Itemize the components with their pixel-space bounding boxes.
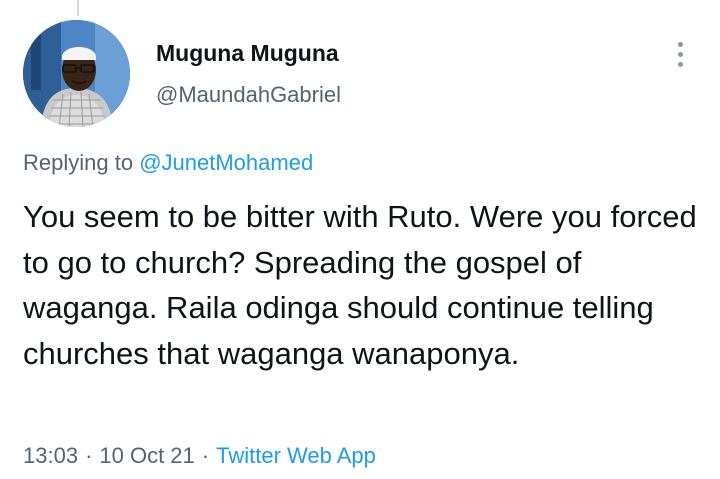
- author-display-name[interactable]: Muguna Muguna: [156, 40, 339, 67]
- tweet-time[interactable]: 13:03: [23, 443, 78, 468]
- profile-photo: [23, 20, 130, 127]
- reply-mention-link[interactable]: @JunetMohamed: [139, 150, 313, 175]
- more-vertical-icon-dot: [677, 61, 683, 67]
- author-handle[interactable]: @MaundahGabriel: [156, 82, 341, 108]
- meta-separator: ·: [201, 443, 210, 468]
- tweet-text: You seem to be bitter with Ruto. Were yo…: [23, 199, 697, 371]
- tweet-date[interactable]: 10 Oct 21: [99, 443, 194, 468]
- more-vertical-icon: [677, 41, 683, 47]
- thread-connector-line: [77, 0, 79, 16]
- more-options-button[interactable]: [668, 34, 692, 74]
- replying-to-line: Replying to @JunetMohamed: [23, 150, 313, 176]
- tweet-source-link[interactable]: Twitter Web App: [216, 443, 376, 468]
- tweet-meta: 13:03 · 10 Oct 21 · Twitter Web App: [23, 443, 376, 469]
- avatar[interactable]: [23, 20, 130, 127]
- more-vertical-icon-dot: [677, 51, 683, 57]
- meta-separator: ·: [85, 443, 93, 468]
- replying-to-label: Replying to: [23, 150, 134, 175]
